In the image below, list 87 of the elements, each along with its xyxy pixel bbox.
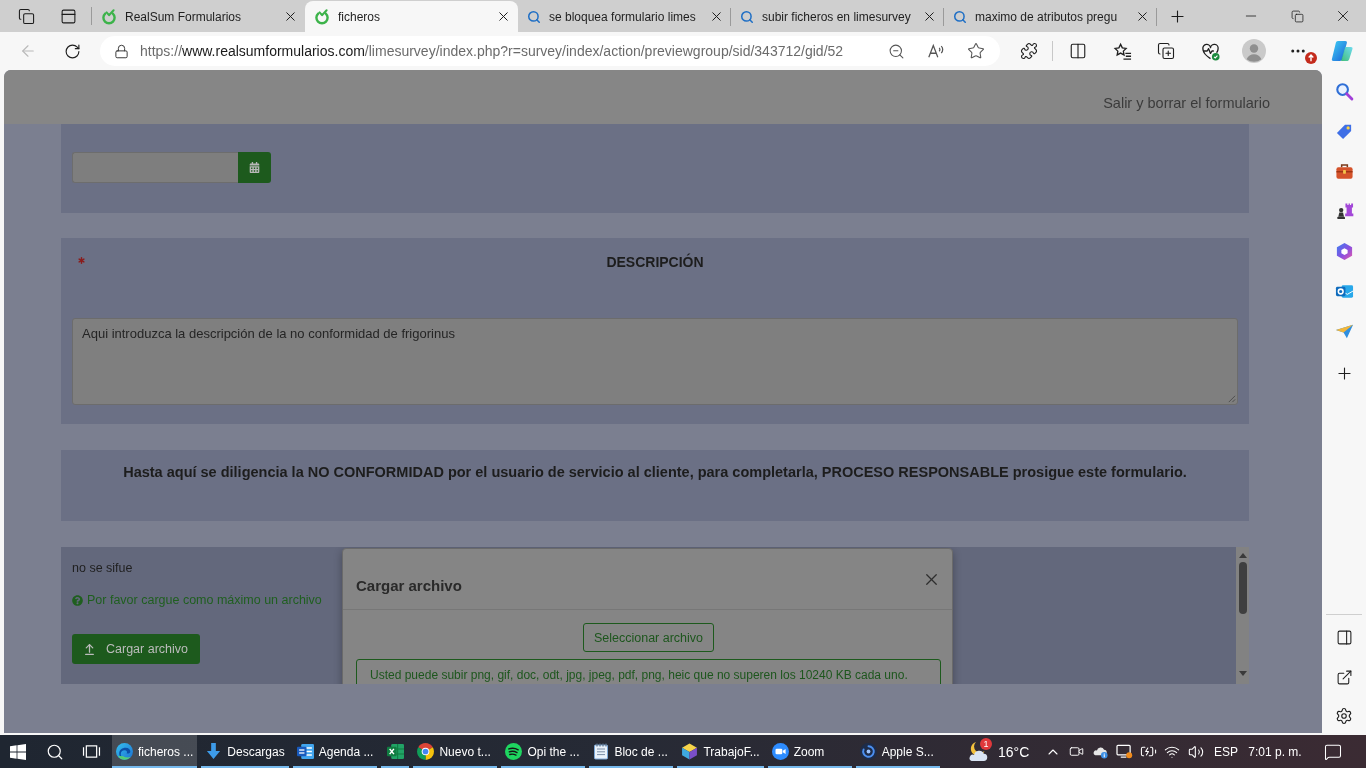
notification-icon[interactable] [1324, 742, 1342, 761]
taskbar-button[interactable]: Nuevo t... [413, 735, 498, 768]
download-arrow-icon [205, 743, 223, 760]
address-bar[interactable]: https://www.realsumformularios.com/limesurvey/index.php?r=survey/index/action/previewgroup/sid/343712/gid/52 [100, 36, 1000, 66]
help-text: Por favor cargue como máximo un archivo [87, 592, 322, 608]
browser-tab[interactable]: ficheros [305, 1, 518, 32]
heart-pulse-icon[interactable] [1200, 41, 1220, 61]
four-squares-icon[interactable] [10, 743, 26, 760]
cube-icon [681, 743, 699, 760]
notice-text: Hasta aquí se diligencia la NO CONFORMIDAD por el usuario de servicio al cliente, para completarla, PROCESO RESPONSABLE prosigue este formulario. [122, 463, 1188, 481]
read-aloud-icon[interactable] [927, 42, 945, 60]
avatar-icon[interactable] [1242, 39, 1266, 63]
search-icon[interactable] [46, 742, 64, 761]
info-message: Usted puede subir png, gif, doc, odt, jpg, jpeg, pdf, png, heic que no superen los 10240 KB cada uno. [356, 659, 941, 684]
description-field[interactable]: Aqui introduzca la descripción de la no conformidad de frigorinus [72, 318, 1238, 405]
notification-badge: 1 [980, 738, 992, 750]
scroll-up-icon[interactable] [1238, 553, 1247, 558]
star-icon[interactable] [967, 42, 985, 60]
split-screen-icon[interactable] [1069, 42, 1087, 60]
swirl-logo-icon [116, 743, 133, 760]
stacked-squares-icon[interactable] [17, 7, 35, 25]
favorites-icon[interactable] [1112, 41, 1132, 61]
ribbon-logo-icon[interactable] [1331, 40, 1353, 62]
taskbar-button[interactable]: Agenda ... [292, 735, 378, 768]
video-camera-circle-icon [771, 743, 789, 760]
taskbar-button[interactable]: Bloc de ... [589, 735, 674, 768]
clock[interactable]: 7:01 p. m. [1244, 744, 1306, 759]
close-icon[interactable] [709, 9, 724, 24]
help-icon [72, 594, 83, 606]
video-icon[interactable] [1068, 744, 1084, 759]
close-icon[interactable] [496, 9, 511, 24]
task-view-icon[interactable] [81, 744, 101, 759]
browser-tab[interactable]: subir ficheros en limesurvey [731, 1, 944, 32]
settings-icon[interactable] [1335, 707, 1353, 725]
monitor-icon[interactable] [1115, 744, 1133, 759]
upload-button[interactable]: Cargar archivo [72, 634, 200, 664]
cloud-icon[interactable] [1091, 744, 1109, 759]
taskbar-button[interactable]: TrabajoF... [677, 735, 764, 768]
chess-pieces-icon[interactable] [1334, 201, 1354, 221]
resize-handle-icon[interactable] [1227, 394, 1236, 403]
zoom-out-icon[interactable] [887, 42, 905, 60]
taskbar-button[interactable]: ficheros ... [112, 735, 198, 768]
taskbar-button[interactable]: Opi the ... [501, 735, 586, 768]
external-link-icon[interactable] [1335, 668, 1353, 686]
document-logo-icon [296, 743, 314, 760]
scrollbar[interactable] [1236, 547, 1249, 684]
lock-icon[interactable] [114, 43, 129, 59]
circle-logo-icon [859, 743, 877, 760]
tricolor-circle-icon [417, 743, 435, 760]
scrollbar-thumb[interactable] [1238, 562, 1247, 614]
browser-tab[interactable]: RealSum Formularios [92, 1, 305, 32]
puzzle-icon[interactable] [1020, 42, 1038, 60]
toolbox-icon[interactable] [1334, 161, 1354, 181]
taskbar-button[interactable]: Descargas [201, 735, 289, 768]
hexagon-logo-icon[interactable] [1334, 241, 1354, 261]
close-icon[interactable] [922, 9, 937, 24]
scroll-down-icon[interactable] [1238, 671, 1247, 676]
sidebar-panel-icon[interactable] [1335, 628, 1353, 646]
sound-waves-circle-icon [505, 743, 523, 760]
upload-icon [83, 642, 96, 656]
search-icon [953, 9, 967, 24]
spreadsheet-logo-icon [386, 743, 404, 760]
dialog-title: Cargar archivo [356, 577, 462, 594]
date-field[interactable] [72, 152, 238, 183]
browser-tab[interactable]: se bloquea formulario limes [518, 1, 731, 32]
close-icon[interactable] [283, 9, 298, 24]
circle-check-icon [101, 8, 117, 25]
update-badge-icon [1305, 52, 1317, 64]
weather-button[interactable]: 1 16°C [964, 735, 1042, 768]
question-title: DESCRIPCIÓN [606, 252, 704, 270]
close-icon[interactable] [1135, 9, 1150, 24]
volume-icon[interactable] [1188, 743, 1204, 760]
taskbar-button[interactable]: Apple S... [855, 735, 940, 768]
search-icon [740, 9, 754, 24]
notepad-icon [593, 743, 610, 760]
restore-icon[interactable] [1290, 9, 1304, 23]
refresh-icon[interactable] [63, 42, 81, 60]
calendar-icon [249, 162, 260, 173]
taskbar-button[interactable]: Zoom [767, 735, 852, 768]
calendar-button[interactable] [238, 152, 271, 183]
collections-icon[interactable] [1157, 42, 1175, 60]
browser-tab[interactable]: maximo de atributos pregu [944, 1, 1157, 32]
search-icon [527, 9, 541, 24]
window-icon[interactable] [59, 7, 77, 25]
language-indicator[interactable]: ESP [1208, 744, 1244, 759]
question-title: no se sifue [72, 560, 133, 576]
circle-check-icon [314, 8, 330, 25]
